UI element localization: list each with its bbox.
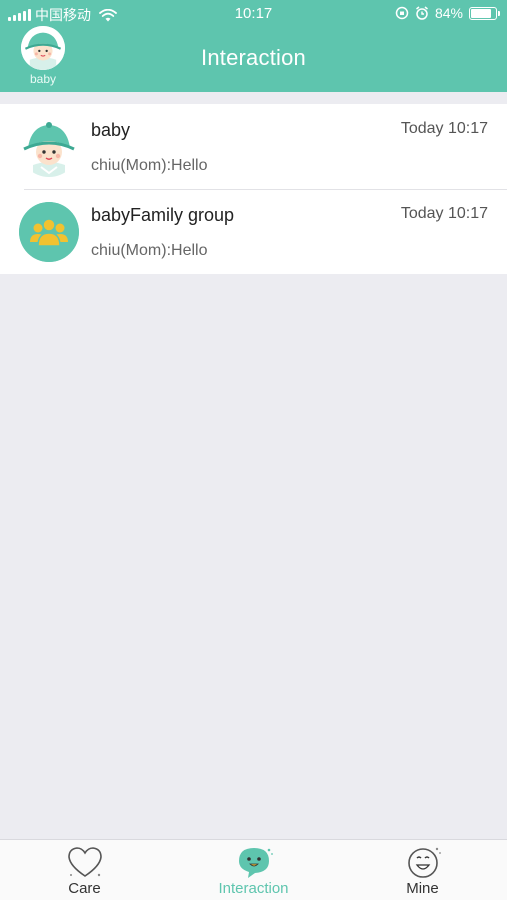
- screen-rotation-lock-icon: [395, 6, 409, 20]
- page-title: Interaction: [201, 45, 306, 70]
- battery-icon: [469, 6, 500, 20]
- conversation-list: baby Today 10:17 chiu(Mom):Hello babyFam…: [0, 104, 507, 274]
- chat-bubble-icon: [238, 848, 273, 878]
- conversation-title: babyFamily group: [91, 205, 235, 225]
- battery-percent: 84%: [434, 5, 463, 21]
- conversation-row[interactable]: baby Today 10:17 chiu(Mom):Hello: [0, 104, 507, 189]
- status-right: 84%: [395, 5, 500, 21]
- tab-mine-label: Mine: [406, 880, 439, 897]
- conversation-preview: chiu(Mom):Hello: [91, 157, 208, 174]
- app-header: 中国移动 10:17 84% baby Interaction: [0, 0, 507, 92]
- profile-name: baby: [29, 72, 57, 86]
- tab-interaction-label: Interaction: [218, 880, 289, 897]
- tab-care[interactable]: Care: [0, 844, 169, 897]
- smiley-icon: [407, 847, 441, 878]
- alarm-icon: [416, 6, 428, 20]
- conversation-row[interactable]: babyFamily group Today 10:17 chiu(Mom):H…: [0, 189, 507, 274]
- heart-icon: [67, 847, 102, 877]
- tab-interaction[interactable]: Interaction: [169, 844, 338, 897]
- conversation-avatar[interactable]: [19, 117, 79, 177]
- conversation-title: baby: [91, 120, 131, 140]
- conversation-preview: chiu(Mom):Hello: [91, 242, 208, 259]
- battery-fill: [471, 8, 491, 18]
- bottom-tab-bar: Care Interaction Mine: [0, 839, 507, 900]
- tab-mine[interactable]: Mine: [338, 844, 507, 897]
- status-bar: 中国移动 10:17 84%: [0, 0, 507, 28]
- conversation-avatar[interactable]: [19, 202, 79, 262]
- tab-care-label: Care: [68, 880, 101, 897]
- conversation-time: Today 10:17: [400, 205, 488, 222]
- conversation-time: Today 10:17: [400, 120, 488, 137]
- family-group-icon: [19, 202, 79, 262]
- baby-avatar-icon: [19, 117, 79, 177]
